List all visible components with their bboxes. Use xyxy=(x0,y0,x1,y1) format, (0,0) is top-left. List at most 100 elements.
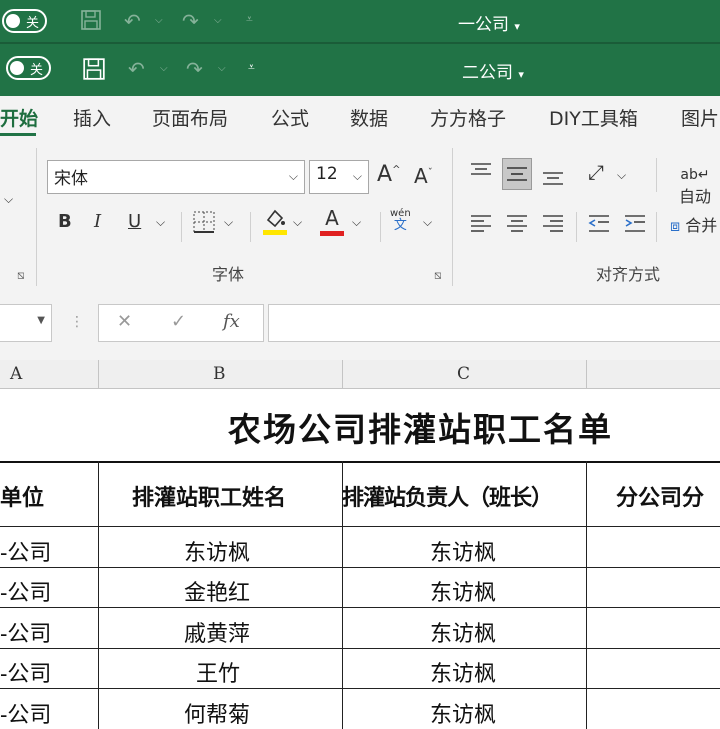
increase-indent-icon[interactable] xyxy=(624,214,646,239)
cell-unit[interactable]: -公司 xyxy=(0,535,51,567)
ribbon-home: ⌵ 宋体 ⌵ 12 ⌵ A^ Aˇ B I U ⌵ ⌵ ⌵ A ⌵ wén 文 … xyxy=(0,140,720,293)
cell-leader[interactable]: 东访枫 xyxy=(430,697,496,729)
confirm-edit-icon[interactable]: ✓ xyxy=(171,311,186,332)
merge-center-button[interactable]: ⧈ 合并 xyxy=(670,212,717,236)
customize-qat-icon[interactable]: ⩡ xyxy=(248,60,255,75)
name-box[interactable]: ▼ xyxy=(0,304,52,342)
cancel-edit-icon[interactable]: ✕ xyxy=(117,311,132,332)
orientation-dropdown-icon[interactable]: ⌵ xyxy=(617,168,626,183)
tab-insert[interactable]: 插入 xyxy=(73,104,111,131)
cell-staff-name[interactable]: 金艳红 xyxy=(184,575,250,607)
insert-function-icon[interactable]: fx xyxy=(223,311,240,332)
table-border xyxy=(0,567,720,568)
cell-unit[interactable]: -公司 xyxy=(0,575,51,607)
customize-qat-icon[interactable]: ⩡ xyxy=(246,12,253,27)
formula-actions: ✕ ✓ fx xyxy=(98,304,264,342)
orientation-icon[interactable]: ⤢ xyxy=(588,160,604,184)
undo-icon[interactable]: ↶ xyxy=(124,9,141,33)
cell-staff-name[interactable]: 戚黄萍 xyxy=(184,616,250,648)
tab-formulas[interactable]: 公式 xyxy=(271,104,309,131)
column-divider[interactable] xyxy=(98,360,99,388)
column-header-c[interactable]: C xyxy=(457,364,470,384)
phonetic-dropdown-icon[interactable]: ⌵ xyxy=(423,215,432,230)
autosave-toggle[interactable]: 关 xyxy=(2,9,48,33)
wrap-text-button[interactable]: ab↵ 自动 xyxy=(670,164,720,207)
tab-fangfangezi[interactable]: 方方格子 xyxy=(430,104,506,131)
sheet-title-cell[interactable]: 农场公司排灌站职工名单 xyxy=(228,403,613,451)
tab-page-layout[interactable]: 页面布局 xyxy=(152,104,228,131)
italic-button[interactable]: I xyxy=(94,211,101,232)
save-icon[interactable] xyxy=(82,57,106,85)
ribbon-tab-bar: 开始 插入 页面布局 公式 数据 方方格子 DIY工具箱 图片 xyxy=(0,96,720,140)
toggle-knob xyxy=(10,61,24,75)
header-cell-unit[interactable]: 单位 xyxy=(0,480,44,512)
save-icon[interactable] xyxy=(80,9,102,35)
redo-icon[interactable]: ↷ xyxy=(182,9,199,33)
column-header-b[interactable]: B xyxy=(213,364,226,384)
autosave-toggle-label: 关 xyxy=(26,15,40,31)
cell-leader[interactable]: 东访枫 xyxy=(430,616,496,648)
cell-leader[interactable]: 东访枫 xyxy=(430,575,496,607)
font-dialog-launcher-icon[interactable]: ⧅ xyxy=(434,268,442,283)
column-divider[interactable] xyxy=(586,360,587,388)
undo-icon[interactable]: ↶ xyxy=(128,57,145,81)
underline-button[interactable]: U xyxy=(128,211,141,232)
cell-leader[interactable]: 东访枫 xyxy=(430,656,496,688)
autosave-toggle[interactable]: 关 xyxy=(6,56,52,80)
align-right-icon[interactable] xyxy=(542,214,564,239)
tab-picture[interactable]: 图片 xyxy=(681,104,719,131)
worksheet-grid[interactable]: 农场公司排灌站职工名单 单位 排灌站职工姓名 排灌站负责人（班长） 分公司分 -… xyxy=(0,389,720,729)
undo-dropdown-icon[interactable]: ⌵ xyxy=(155,15,163,26)
font-color-icon[interactable]: A xyxy=(320,206,344,236)
cell-leader[interactable]: 东访枫 xyxy=(430,535,496,567)
align-left-icon[interactable] xyxy=(470,214,492,239)
splitter-handle-icon[interactable]: ⋮ xyxy=(70,314,84,330)
font-name-value: 宋体 xyxy=(54,169,88,189)
undo-dropdown-icon[interactable]: ⌵ xyxy=(160,63,168,74)
tab-data[interactable]: 数据 xyxy=(350,104,388,131)
align-center-icon[interactable] xyxy=(506,214,528,239)
decrease-indent-icon[interactable] xyxy=(588,214,610,239)
font-color-dropdown-icon[interactable]: ⌵ xyxy=(352,215,361,230)
cell-unit[interactable]: -公司 xyxy=(0,616,51,648)
shrink-font-button[interactable]: Aˇ xyxy=(414,164,433,188)
font-name-dropdown[interactable]: 宋体 ⌵ xyxy=(47,160,305,194)
cell-unit[interactable]: -公司 xyxy=(0,656,51,688)
cell-unit[interactable]: -公司 xyxy=(0,697,51,729)
column-divider[interactable] xyxy=(342,360,343,388)
group-separator xyxy=(380,212,381,242)
middle-align-button[interactable] xyxy=(502,158,532,190)
grow-font-button[interactable]: A^ xyxy=(377,162,400,187)
top-align-icon[interactable] xyxy=(470,162,492,185)
redo-dropdown-icon[interactable]: ⌵ xyxy=(218,63,226,74)
table-border xyxy=(0,607,720,608)
name-box-dropdown-icon[interactable]: ▼ xyxy=(37,315,45,326)
redo-dropdown-icon[interactable]: ⌵ xyxy=(214,15,222,26)
underline-dropdown-icon[interactable]: ⌵ xyxy=(156,215,165,230)
bold-button[interactable]: B xyxy=(58,211,72,232)
fill-color-dropdown-icon[interactable]: ⌵ xyxy=(293,215,302,230)
group-separator xyxy=(181,212,182,242)
fill-color-icon[interactable] xyxy=(262,206,288,241)
title-bar-front-window: 关 ↶ ⌵ ↷ ⌵ ⩡ 二公司 ▾ xyxy=(0,44,720,96)
header-cell-branch[interactable]: 分公司分 xyxy=(616,480,704,512)
tab-diy-toolbox[interactable]: DIY工具箱 xyxy=(549,104,638,131)
document-title[interactable]: 二公司 ▾ xyxy=(462,58,524,83)
document-title[interactable]: 一公司 ▾ xyxy=(458,10,520,35)
redo-icon[interactable]: ↷ xyxy=(186,57,203,81)
cell-staff-name[interactable]: 何帮菊 xyxy=(184,697,250,729)
bottom-align-icon[interactable] xyxy=(542,168,564,191)
borders-icon[interactable] xyxy=(192,210,216,239)
header-cell-leader[interactable]: 排灌站负责人（班长） xyxy=(342,480,553,512)
formula-input[interactable] xyxy=(268,304,720,342)
clipboard-dialog-launcher-icon[interactable]: ⧅ xyxy=(17,268,25,283)
borders-dropdown-icon[interactable]: ⌵ xyxy=(224,215,233,230)
clipboard-expand-icon[interactable]: ⌵ xyxy=(4,192,13,207)
cell-staff-name[interactable]: 东访枫 xyxy=(184,535,250,567)
tab-home[interactable]: 开始 xyxy=(0,104,38,131)
header-cell-staff-name[interactable]: 排灌站职工姓名 xyxy=(132,480,286,512)
column-header-a[interactable]: A xyxy=(10,364,22,384)
font-size-dropdown[interactable]: 12 ⌵ xyxy=(309,160,369,194)
cell-staff-name[interactable]: 王竹 xyxy=(196,656,240,688)
phonetic-guide-icon[interactable]: wén 文 xyxy=(390,208,411,232)
